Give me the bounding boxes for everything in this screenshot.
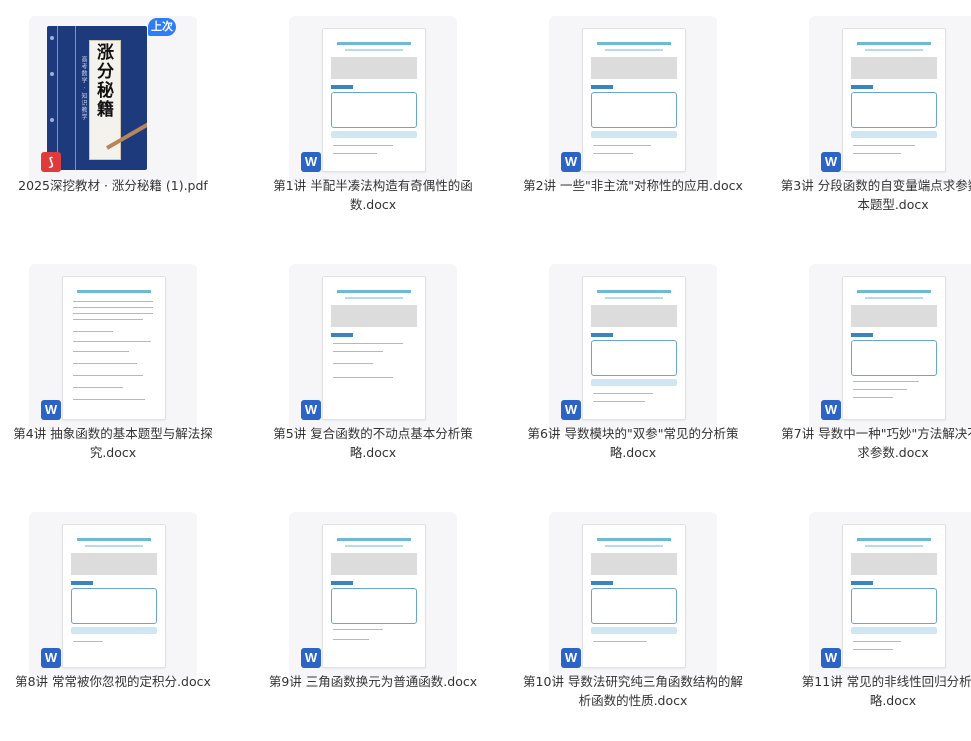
word-icon: W — [561, 648, 581, 668]
word-icon: W — [301, 648, 321, 668]
file-thumbnail[interactable]: W — [289, 512, 457, 680]
file-tile[interactable]: W 第6讲 导数模块的"双参"常见的分析策略.docx — [520, 248, 760, 488]
document-preview — [322, 28, 426, 172]
document-preview — [582, 524, 686, 668]
file-tile[interactable]: W 第8讲 常常被你忽视的定积分.docx — [0, 496, 240, 736]
file-name[interactable]: 2025深挖教材 · 涨分秘籍 (1).pdf — [0, 176, 226, 195]
file-tile[interactable]: W 第4讲 抽象函数的基本题型与解法探究.docx — [0, 248, 240, 488]
document-preview — [62, 276, 166, 420]
file-thumbnail[interactable]: W — [809, 264, 971, 432]
document-preview — [62, 524, 166, 668]
word-icon: W — [301, 400, 321, 420]
cover-title: 涨分秘籍 — [93, 43, 113, 119]
file-name[interactable]: 第11讲 常见的非线性回归分析策略.docx — [780, 672, 971, 710]
file-name[interactable]: 第3讲 分段函数的自变量端点求参数的基本题型.docx — [780, 176, 971, 214]
file-tile[interactable]: W 第9讲 三角函数换元为普通函数.docx — [260, 496, 500, 736]
file-tile[interactable]: W 第1讲 半配半凑法构造有奇偶性的函数.docx — [260, 0, 500, 240]
file-tile[interactable]: W 第7讲 导数中一种"巧妙"方法解决不等式求参数.docx — [780, 248, 971, 488]
word-icon: W — [561, 400, 581, 420]
document-preview — [582, 28, 686, 172]
file-name[interactable]: 第2讲 一些"非主流"对称性的应用.docx — [520, 176, 746, 195]
pdf-icon: ⟆ — [41, 152, 61, 172]
file-tile[interactable]: W 第10讲 导数法研究纯三角函数结构的解析函数的性质.docx — [520, 496, 760, 736]
file-tile[interactable]: W 第11讲 常见的非线性回归分析策略.docx — [780, 496, 971, 736]
word-icon: W — [821, 648, 841, 668]
file-tile[interactable]: W 第2讲 一些"非主流"对称性的应用.docx — [520, 0, 760, 240]
word-icon: W — [821, 400, 841, 420]
word-icon: W — [301, 152, 321, 172]
book-cover: 高考数学 · 知识教学 涨分秘籍 — [47, 26, 147, 170]
file-thumbnail[interactable]: W — [29, 264, 197, 432]
file-grid: 高考数学 · 知识教学 涨分秘籍 ⟆ 上次 2025深挖教材 · 涨分秘籍 (1… — [0, 0, 971, 741]
file-thumbnail[interactable]: W — [549, 512, 717, 680]
word-icon: W — [41, 648, 61, 668]
file-thumbnail[interactable]: 高考数学 · 知识教学 涨分秘籍 ⟆ 上次 — [29, 16, 197, 184]
file-tile[interactable]: W 第5讲 复合函数的不动点基本分析策略.docx — [260, 248, 500, 488]
file-tile[interactable]: W 第3讲 分段函数的自变量端点求参数的基本题型.docx — [780, 0, 971, 240]
word-icon: W — [561, 152, 581, 172]
file-thumbnail[interactable]: W — [289, 264, 457, 432]
document-preview — [842, 524, 946, 668]
file-name[interactable]: 第5讲 复合函数的不动点基本分析策略.docx — [260, 424, 486, 462]
document-preview — [322, 276, 426, 420]
file-name[interactable]: 第8讲 常常被你忽视的定积分.docx — [0, 672, 226, 691]
file-thumbnail[interactable]: W — [809, 16, 971, 184]
file-name[interactable]: 第1讲 半配半凑法构造有奇偶性的函数.docx — [260, 176, 486, 214]
file-name[interactable]: 第6讲 导数模块的"双参"常见的分析策略.docx — [520, 424, 746, 462]
file-thumbnail[interactable]: W — [289, 16, 457, 184]
recent-badge: 上次 — [148, 18, 176, 36]
file-name[interactable]: 第9讲 三角函数换元为普通函数.docx — [260, 672, 486, 691]
file-thumbnail[interactable]: W — [549, 16, 717, 184]
document-preview — [842, 28, 946, 172]
document-preview — [582, 276, 686, 420]
file-thumbnail[interactable]: W — [549, 264, 717, 432]
document-preview — [322, 524, 426, 668]
file-name[interactable]: 第4讲 抽象函数的基本题型与解法探究.docx — [0, 424, 226, 462]
file-thumbnail[interactable]: W — [29, 512, 197, 680]
file-name[interactable]: 第7讲 导数中一种"巧妙"方法解决不等式求参数.docx — [780, 424, 971, 462]
word-icon: W — [41, 400, 61, 420]
file-name[interactable]: 第10讲 导数法研究纯三角函数结构的解析函数的性质.docx — [520, 672, 746, 710]
word-icon: W — [821, 152, 841, 172]
document-preview — [842, 276, 946, 420]
file-tile[interactable]: 高考数学 · 知识教学 涨分秘籍 ⟆ 上次 2025深挖教材 · 涨分秘籍 (1… — [0, 0, 240, 240]
cover-subtitle: 高考数学 · 知识教学 — [80, 56, 87, 121]
file-thumbnail[interactable]: W — [809, 512, 971, 680]
